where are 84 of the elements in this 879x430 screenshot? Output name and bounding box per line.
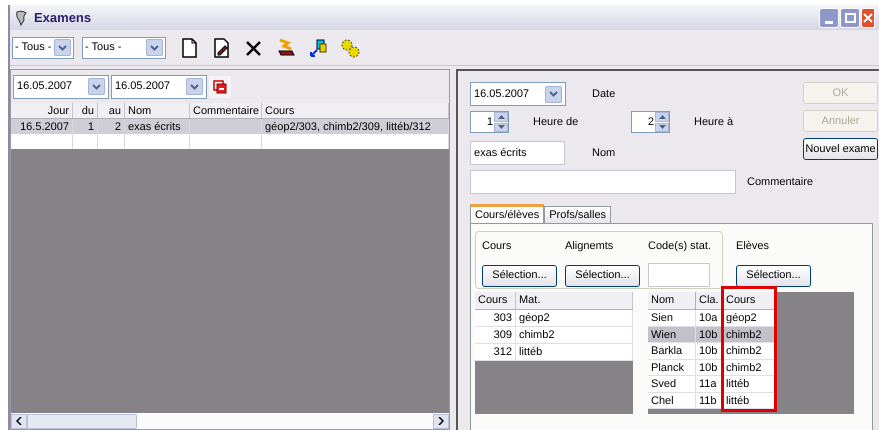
table-cell: Chel — [648, 392, 696, 409]
hour-to-spinner[interactable]: 2 — [631, 111, 670, 133]
stat-code-field[interactable] — [648, 262, 710, 286]
comment-label: Commentaire — [747, 174, 814, 190]
date-field[interactable]: 16.05.2007 — [13, 74, 109, 98]
transfer-icon[interactable] — [308, 38, 328, 58]
dropdown-button[interactable] — [545, 86, 562, 102]
filter-dropdown[interactable]: - Tous - — [12, 36, 74, 58]
table-cell: Planck — [648, 360, 696, 376]
scroll-thumb[interactable] — [27, 414, 137, 428]
students-label: Elèves — [736, 239, 770, 254]
spin-buttons[interactable] — [494, 112, 508, 132]
column-header[interactable]: du — [73, 103, 98, 118]
column-header[interactable]: au — [98, 103, 125, 118]
table-cell: 10b — [696, 343, 723, 360]
group-label: Alignemts — [565, 239, 614, 254]
minimize-button[interactable] — [819, 8, 839, 28]
caret-icon — [150, 44, 159, 50]
column-header[interactable]: Cours — [475, 292, 516, 309]
date-label: Date — [592, 86, 616, 102]
column-header[interactable]: Mat. — [516, 292, 633, 309]
table-cell: littéb — [516, 344, 633, 360]
window-title: Examens — [34, 8, 92, 27]
column-header[interactable]: Cours — [723, 292, 777, 310]
column-header[interactable]: Jour — [11, 103, 73, 118]
push-button[interactable]: Sélection... — [736, 264, 811, 286]
up-arrow-icon — [658, 114, 666, 119]
name-field[interactable]: exas écrits — [470, 141, 565, 165]
filter-dropdown[interactable]: - Tous - — [82, 36, 166, 58]
dropdown-button[interactable] — [146, 39, 163, 56]
table-cell: Wien — [648, 326, 696, 343]
tab[interactable]: Cours/élèves — [470, 204, 544, 223]
table-cell: 10a — [696, 310, 723, 326]
column-header[interactable]: Cours — [262, 103, 449, 118]
close-icon — [863, 12, 873, 22]
caret-icon — [58, 44, 67, 50]
caret-icon — [190, 84, 199, 90]
up-arrow-icon — [498, 114, 504, 119]
down-arrow-icon — [658, 125, 666, 130]
table-cell: 11a — [696, 376, 723, 392]
hour-to-label: Heure à — [694, 114, 734, 130]
date-field[interactable]: 16.05.2007 — [111, 74, 207, 98]
table-cell: 309 — [475, 327, 516, 343]
table-cell: 303 — [475, 310, 516, 326]
group-label: Cours — [482, 239, 512, 254]
dropdown-button[interactable] — [54, 39, 71, 56]
tab[interactable]: Profs/salles — [544, 206, 612, 223]
spin-buttons[interactable] — [655, 112, 669, 132]
name-label: Nom — [592, 146, 616, 161]
push-button[interactable]: Sélection... — [565, 264, 640, 286]
lightning-book-icon[interactable] — [276, 38, 296, 58]
column-header[interactable]: Commentaire — [190, 103, 262, 118]
table-cell: Sien — [648, 310, 696, 326]
comment-field[interactable] — [470, 170, 736, 194]
dropdown-button[interactable] — [88, 78, 105, 95]
clear-filter-button[interactable] — [209, 76, 231, 98]
column-header[interactable]: Nom — [125, 103, 190, 118]
table-cell: géop2 — [723, 310, 777, 326]
column-header[interactable]: Cla. — [696, 292, 723, 310]
table-cell: 312 — [475, 344, 516, 360]
table-cell: géop2 — [516, 310, 633, 326]
hour-from-spinner[interactable]: 1 — [470, 111, 509, 133]
table-cell: Sved — [648, 376, 696, 392]
group-label: Code(s) stat. — [648, 239, 711, 254]
maximize-button[interactable] — [840, 8, 860, 28]
caret-icon — [92, 84, 101, 90]
hour-from-label: Heure de — [533, 114, 580, 130]
push-button[interactable]: Nouvel exame — [803, 138, 878, 160]
table-cell: chimb2 — [516, 327, 633, 343]
table-cell: littéb — [723, 376, 777, 392]
column-header[interactable]: Nom — [648, 292, 696, 310]
close-button[interactable] — [861, 8, 875, 28]
down-arrow-icon — [498, 125, 504, 130]
dropdown-button[interactable] — [186, 78, 203, 95]
gears-icon[interactable] — [340, 38, 360, 58]
horizontal-scrollbar[interactable] — [11, 413, 449, 429]
table-cell: Barkla — [648, 343, 696, 360]
table-cell: chimb2 — [723, 343, 777, 360]
overlapping-windows-icon — [213, 80, 227, 94]
edit-document-icon[interactable] — [212, 38, 232, 58]
push-button[interactable]: Sélection... — [482, 264, 557, 286]
date-field[interactable]: 16.05.2007 — [470, 82, 566, 106]
caret-icon — [549, 91, 558, 97]
new-document-icon[interactable] — [180, 38, 200, 58]
